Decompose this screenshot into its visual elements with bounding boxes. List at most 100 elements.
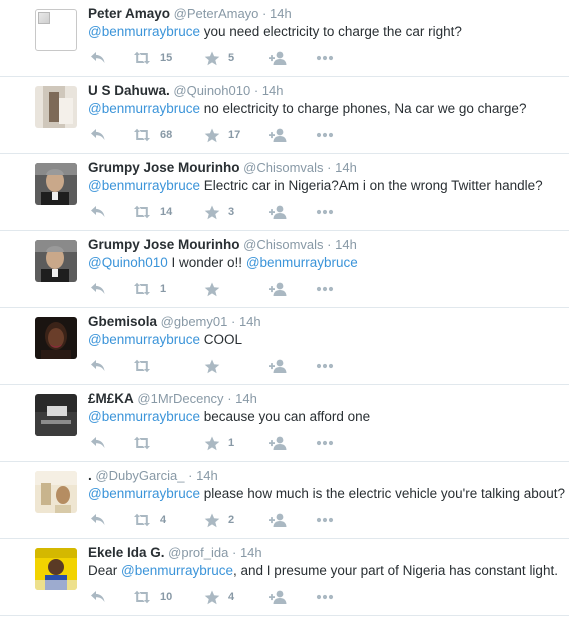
mention-link[interactable]: @benmurraybruce [246,255,358,270]
tweet-feed: Peter Amayo @PeterAmayo · 14h @benmurray… [0,0,569,616]
retweet-button[interactable]: 15 [132,49,172,67]
avatar[interactable] [35,163,77,205]
reply-button[interactable] [90,203,106,221]
username[interactable]: @PeterAmayo [174,6,259,21]
follow-button[interactable] [268,203,288,221]
fullname[interactable]: Gbemisola [88,314,157,329]
like-count: 1 [228,437,235,449]
reply-button[interactable] [90,511,106,529]
follow-button[interactable] [268,49,288,67]
username[interactable]: @gbemy01 [161,314,228,329]
follow-button[interactable] [268,126,288,144]
mention-link[interactable]: @benmurraybruce [88,409,200,424]
star-icon [204,590,220,605]
reply-button[interactable] [90,126,106,144]
more-button[interactable] [316,280,334,298]
reply-icon [90,359,106,373]
mention-link[interactable]: @benmurraybruce [88,101,200,116]
retweet-button[interactable]: 68 [132,126,172,144]
timestamp[interactable]: 14h [335,237,357,252]
reply-button[interactable] [90,588,106,606]
mention-link[interactable]: @benmurraybruce [88,486,200,501]
retweet-button[interactable]: 14 [132,203,172,221]
username[interactable]: @Quinoh010 [173,83,250,98]
more-button[interactable] [316,357,334,375]
retweet-count: 14 [160,206,173,218]
mention-link[interactable]: @Quinoh010 [88,255,168,270]
retweet-button[interactable]: 4 [132,511,166,529]
reply-button[interactable] [90,434,106,452]
username[interactable]: @prof_ida [168,545,228,560]
more-button[interactable] [316,49,334,67]
more-icon [316,517,334,523]
like-button[interactable]: 5 [204,49,234,67]
timestamp[interactable]: 14h [239,314,261,329]
tweet-header: U S Dahuwa. @Quinoh010 · 14h [88,83,284,98]
mention-link[interactable]: @benmurraybruce [88,24,200,39]
follow-icon [268,513,288,528]
timestamp[interactable]: 14h [262,83,284,98]
tweet-actions: 4 2 [88,511,348,529]
follow-button[interactable] [268,588,288,606]
tweet-text-segment: I wonder o!! [167,255,246,270]
retweet-button[interactable]: 1 [132,280,166,298]
more-button[interactable] [316,203,334,221]
username[interactable]: @DubyGarcia_ [95,468,184,483]
avatar[interactable] [35,86,77,128]
more-button[interactable] [316,126,334,144]
reply-button[interactable] [90,280,106,298]
separator-dot: · [253,83,259,98]
follow-button[interactable] [268,511,288,529]
more-button[interactable] [316,434,334,452]
like-button[interactable]: 1 [204,434,234,452]
avatar[interactable] [35,240,77,282]
mention-link[interactable]: @benmurraybruce [121,563,233,578]
retweet-button[interactable]: 10 [132,588,172,606]
mention-link[interactable]: @benmurraybruce [88,332,200,347]
retweet-icon [132,513,152,527]
fullname[interactable]: Grumpy Jose Mourinho [88,237,240,252]
reply-button[interactable] [90,357,106,375]
tweet-text: @benmurraybruce please how much is the e… [88,486,565,501]
timestamp[interactable]: 14h [196,468,218,483]
fullname[interactable]: £M£KA [88,391,134,406]
more-button[interactable] [316,511,334,529]
like-button[interactable]: 2 [204,511,234,529]
follow-button[interactable] [268,357,288,375]
like-button[interactable]: 4 [204,588,234,606]
username[interactable]: @1MrDecency [137,391,223,406]
username[interactable]: @Chisomvals [243,237,323,252]
tweet-header: Gbemisola @gbemy01 · 14h [88,314,261,329]
follow-button[interactable] [268,280,288,298]
reply-icon [90,513,106,527]
fullname[interactable]: Grumpy Jose Mourinho [88,160,240,175]
fullname[interactable]: . [88,468,92,483]
retweet-button[interactable] [132,357,160,375]
fullname[interactable]: Ekele Ida G. [88,545,165,560]
tweet-text-segment: please how much is the electric vehicle … [200,486,566,501]
fullname[interactable]: U S Dahuwa. [88,83,170,98]
like-button[interactable] [204,357,228,375]
avatar[interactable] [35,471,77,513]
username[interactable]: @Chisomvals [243,160,323,175]
avatar[interactable] [35,9,77,51]
avatar[interactable] [35,394,77,436]
timestamp[interactable]: 14h [240,545,262,560]
tweet-text-segment: because you can afford one [200,409,371,424]
avatar[interactable] [35,317,77,359]
timestamp[interactable]: 14h [335,160,357,175]
mention-link[interactable]: @benmurraybruce [88,178,200,193]
timestamp[interactable]: 14h [270,6,292,21]
retweet-icon [132,590,152,604]
follow-button[interactable] [268,434,288,452]
more-button[interactable] [316,588,334,606]
like-button[interactable]: 3 [204,203,234,221]
reply-button[interactable] [90,49,106,67]
retweet-button[interactable] [132,434,160,452]
star-icon [204,205,220,220]
like-button[interactable]: 17 [204,126,240,144]
timestamp[interactable]: 14h [235,391,257,406]
avatar[interactable] [35,548,77,590]
like-button[interactable] [204,280,228,298]
fullname[interactable]: Peter Amayo [88,6,170,21]
